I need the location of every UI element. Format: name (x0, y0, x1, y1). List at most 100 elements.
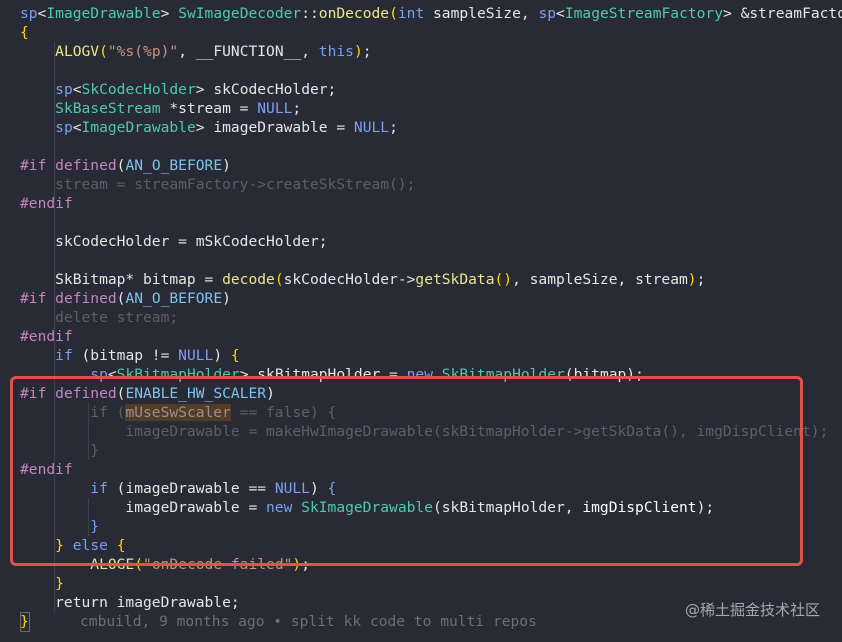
code-token: == false) { (230, 404, 337, 421)
code-line[interactable]: if (mUseSwScaler == false) { (20, 403, 842, 422)
indent-guide (88, 498, 89, 536)
code-line[interactable]: #endif (20, 194, 842, 213)
code-token: ) (687, 271, 697, 288)
code-token: skCodecHolder = mSkCodecHolder; (20, 233, 328, 250)
code-line[interactable]: delete stream; (20, 308, 842, 327)
code-token: SkBitmapHolder (441, 366, 565, 383)
code-token: sp (55, 119, 73, 136)
code-token: imageDrawable = (20, 499, 267, 516)
code-token: ( (389, 5, 398, 22)
code-token: () (494, 271, 513, 288)
code-editor[interactable]: sp<ImageDrawable> SwImageDecoder::onDeco… (0, 0, 842, 642)
code-token: sp (20, 5, 38, 22)
code-line[interactable]: { (20, 23, 842, 42)
code-token: ( (99, 43, 108, 60)
code-token: (bitmap != (72, 347, 179, 364)
code-line[interactable]: imageDrawable = new SkImageDrawable(skBi… (20, 498, 842, 517)
bracket-match-marker (20, 612, 30, 632)
code-token: ) (222, 157, 231, 174)
code-token: , __FUNCTION__, (178, 43, 319, 60)
watermark: @稀土掘金技术社区 (684, 601, 820, 619)
code-token: > imageDrawable = (195, 119, 354, 136)
code-line[interactable]: sp<SkBitmapHolder> skBitmapHolder = new … (20, 365, 842, 384)
code-token: ) (292, 556, 302, 573)
code-line[interactable]: } (20, 517, 842, 536)
code-token: ALOGE (90, 556, 135, 573)
code-token: NULL (178, 347, 214, 364)
code-token: NULL (257, 100, 293, 117)
code-token: SkBaseStream (55, 100, 161, 117)
code-line[interactable]: SkBitmap* bitmap = decode(skCodecHolder-… (20, 270, 842, 289)
code-token: onDecode (318, 5, 390, 22)
code-token: if (55, 347, 73, 364)
code-token: if (90, 480, 108, 497)
code-line[interactable] (20, 251, 842, 270)
code-line[interactable]: #endif (20, 460, 842, 479)
code-line[interactable] (20, 213, 842, 232)
code-line[interactable]: #if defined(AN_O_BEFORE) (20, 156, 842, 175)
code-token: (imageDrawable == (107, 480, 275, 497)
code-line[interactable]: ALOGV("%s(%p)", __FUNCTION__, this); (20, 42, 842, 61)
code-token: #endif (20, 461, 73, 478)
code-line[interactable]: sp<ImageDrawable> imageDrawable = NULL; (20, 118, 842, 137)
code-line[interactable]: stream = streamFactory->createSkStream()… (20, 175, 842, 194)
code-token: :: (301, 5, 319, 22)
code-line[interactable]: #endif (20, 327, 842, 346)
code-token: ) (213, 347, 231, 364)
code-token: { (230, 347, 240, 364)
code-token: } (55, 537, 64, 554)
code-line[interactable]: SkBaseStream *stream = NULL; (20, 99, 842, 118)
code-token: { (116, 537, 126, 554)
code-token: < (72, 81, 82, 98)
code-token: } (55, 575, 64, 592)
code-token: NULL (274, 480, 310, 497)
code-token: ImageStreamFactory (564, 5, 723, 22)
code-line[interactable]: if (imageDrawable == NULL) { (20, 479, 842, 498)
code-line[interactable]: } else { (20, 536, 842, 555)
code-token: sp (90, 366, 108, 383)
code-token: #if (20, 157, 56, 174)
code-token: this (318, 43, 354, 60)
code-line[interactable]: #if defined(ENABLE_HW_SCALER) (20, 384, 842, 403)
code-line[interactable]: ALOGE("onDecode failed"); (20, 555, 842, 574)
code-token: defined (55, 290, 117, 307)
code-token: #endif (20, 195, 73, 212)
code-token: , sampleSize, stream (512, 271, 688, 288)
code-token: ImageDrawable (81, 119, 196, 136)
code-token: < (72, 119, 82, 136)
code-token: imageDrawable = makeHwImageDrawable(skBi… (20, 423, 829, 440)
code-line[interactable]: if (bitmap != NULL) { (20, 346, 842, 365)
code-token: getSkData (415, 271, 495, 288)
code-token: defined (55, 385, 117, 402)
code-token: SkBitmap* bitmap = (20, 271, 223, 288)
code-token: { (20, 24, 29, 41)
code-line[interactable] (20, 137, 842, 156)
code-token: ) (222, 290, 231, 307)
code-line[interactable]: } (20, 574, 842, 593)
code-token: return imageDrawable; (20, 594, 240, 611)
code-line[interactable]: #if defined(AN_O_BEFORE) (20, 289, 842, 308)
code-token: if ( (20, 404, 126, 421)
code-token: imgDispClient (582, 499, 697, 516)
code-token: decode (222, 271, 275, 288)
code-token: > skBitmapHolder = (239, 366, 407, 383)
code-token: ) (266, 385, 275, 402)
code-line[interactable]: skCodecHolder = mSkCodecHolder; (20, 232, 842, 251)
code-line[interactable]: sp<SkCodecHolder> skCodecHolder; (20, 80, 842, 99)
code-line[interactable] (20, 61, 842, 80)
code-line[interactable]: sp<ImageDrawable> SwImageDecoder::onDeco… (20, 4, 842, 23)
code-line[interactable]: imageDrawable = makeHwImageDrawable(skBi… (20, 422, 842, 441)
code-token: skCodecHolder-> (283, 271, 416, 288)
code-line[interactable]: } (20, 441, 842, 460)
